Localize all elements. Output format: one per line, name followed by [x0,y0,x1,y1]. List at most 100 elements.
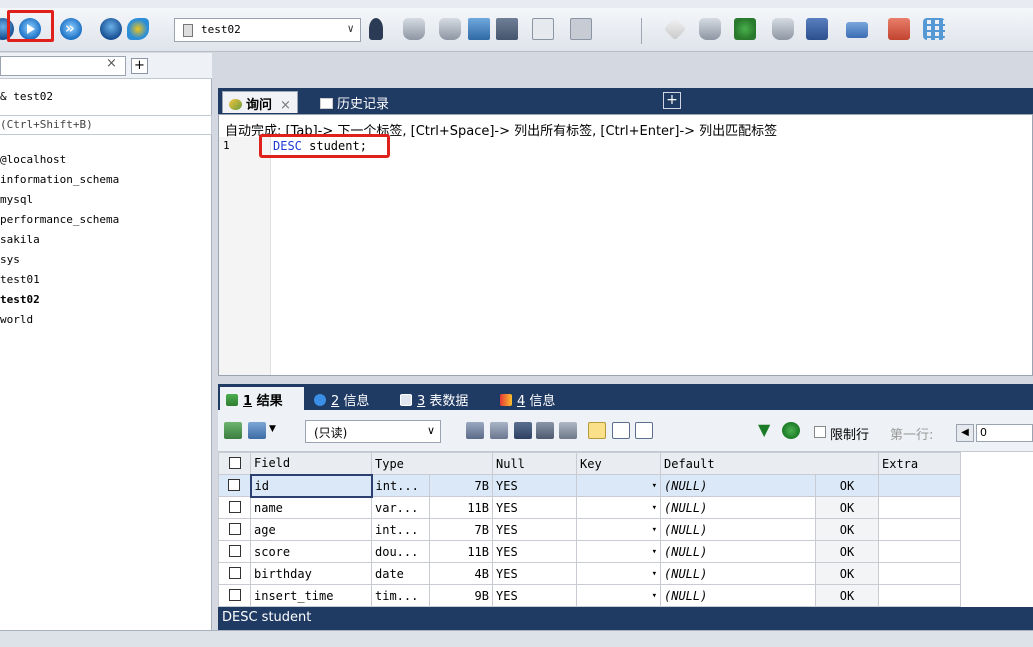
cell-ok-button[interactable]: OK [815,496,879,519]
cell-type[interactable]: int... [371,474,430,497]
cell-null[interactable]: YES [492,474,577,497]
clear-filter-icon[interactable]: × [106,56,117,71]
cell-null[interactable]: YES [492,562,577,585]
chevron-down-icon[interactable]: ▼ [269,424,279,441]
sql-editor[interactable]: 自动完成: [Tab]-> 下一个标签, [Ctrl+Space]-> 列出所有… [218,114,1033,376]
cell-null[interactable]: YES [492,540,577,563]
column-header[interactable]: Extra [878,452,961,475]
cell-size[interactable]: 11B [429,496,493,519]
row-checkbox[interactable] [218,540,251,563]
row-checkbox[interactable] [218,496,251,519]
cell-extra[interactable] [878,496,961,519]
tab-query[interactable]: 询问 × [222,91,298,113]
table-data-icon[interactable] [496,18,518,40]
cell-null[interactable]: YES [492,496,577,519]
cancel-icon[interactable] [559,422,577,439]
key-dropdown-icon[interactable]: ▾ [576,562,661,585]
tag-icon[interactable] [663,17,687,41]
export-icon[interactable] [224,422,242,439]
delete-icon[interactable] [536,422,554,439]
structure-icon[interactable] [923,18,945,40]
cell-field[interactable]: score [250,540,372,563]
import-icon[interactable] [468,18,490,40]
cell-size[interactable]: 7B [429,474,493,497]
add-row-icon[interactable] [466,422,484,439]
text-view-icon[interactable] [635,422,653,439]
tree-item[interactable]: test01 [0,270,119,290]
select-all-checkbox[interactable] [218,452,251,475]
cell-type[interactable]: int... [371,518,430,541]
tab-history[interactable]: 历史记录 [314,91,395,113]
execute-all-icon[interactable] [60,18,82,40]
cell-field[interactable]: name [250,496,372,519]
cell-default[interactable]: (NULL) [660,540,816,563]
cell-type[interactable]: var... [371,496,430,519]
cell-ok-button[interactable]: OK [815,518,879,541]
cell-field[interactable]: insert_time [250,584,372,607]
cell-type[interactable]: dou... [371,540,430,563]
previous-page-icon[interactable]: ◀ [956,424,974,442]
cell-extra[interactable] [878,584,961,607]
data-icon[interactable] [888,18,910,40]
cell-field[interactable]: birthday [250,562,372,585]
schema-icon[interactable] [570,18,592,40]
cell-null[interactable]: YES [492,518,577,541]
refresh-icon[interactable] [782,422,800,439]
database-select[interactable]: test02 ∨ [174,18,361,42]
form-view-icon[interactable] [612,422,630,439]
cell-ok-button[interactable]: OK [815,540,879,563]
tree-item[interactable]: @localhost [0,150,119,170]
readonly-select[interactable]: (只读) ∨ [305,420,441,443]
cell-size[interactable]: 4B [429,562,493,585]
cell-extra[interactable] [878,540,961,563]
column-header[interactable]: Field [250,452,372,475]
row-checkbox[interactable] [218,474,251,497]
restore-db-icon[interactable] [439,18,461,40]
report-icon[interactable] [532,18,554,40]
format-icon[interactable] [127,18,149,40]
db-sync-icon[interactable] [699,18,721,40]
cell-default[interactable]: (NULL) [660,496,816,519]
scheduler-icon[interactable] [846,22,868,38]
column-header[interactable]: Type [371,452,493,475]
table-row[interactable]: name var... 11B YES ▾ (NULL) OK [218,496,961,519]
table-row[interactable]: score dou... 11B YES ▾ (NULL) OK [218,540,961,563]
cell-null[interactable]: YES [492,584,577,607]
row-checkbox[interactable] [218,584,251,607]
cell-ok-button[interactable]: OK [815,584,879,607]
cell-ok-button[interactable]: OK [815,562,879,585]
edit-icon[interactable] [100,18,122,40]
table-row[interactable]: id int... 7B YES ▾ (NULL) OK [218,473,961,498]
duplicate-row-icon[interactable] [490,422,508,439]
backup-db-icon[interactable] [403,18,425,40]
tree-item[interactable]: sys [0,250,119,270]
column-header[interactable]: Default [660,452,879,475]
tree-item[interactable]: information_schema [0,170,119,190]
cell-default[interactable]: (NULL) [660,518,816,541]
key-dropdown-icon[interactable]: ▾ [576,518,661,541]
query-builder-icon[interactable] [806,18,828,40]
table-row[interactable]: age int... 7B YES ▾ (NULL) OK [218,518,961,541]
cell-ok-button[interactable]: OK [815,474,879,497]
user-icon[interactable] [369,18,383,40]
key-dropdown-icon[interactable]: ▾ [576,496,661,519]
add-tab-button[interactable]: + [131,58,148,74]
cell-type[interactable]: tim... [371,584,430,607]
import-grid-icon[interactable] [248,422,266,439]
cell-extra[interactable] [878,518,961,541]
tab-table-data[interactable]: 3 表数据 [394,387,474,410]
cell-default[interactable]: (NULL) [660,474,816,497]
tree-item[interactable]: performance_schema [0,210,119,230]
key-dropdown-icon[interactable]: ▾ [576,584,661,607]
tree-item-selected[interactable]: test02 [0,290,119,310]
close-icon[interactable]: × [280,98,291,113]
new-tab-button[interactable]: + [663,92,681,109]
tab-info[interactable]: 2 信息 [308,387,375,410]
cell-extra[interactable] [878,474,961,497]
cell-size[interactable]: 7B [429,518,493,541]
row-checkbox[interactable] [218,562,251,585]
table-row[interactable]: birthday date 4B YES ▾ (NULL) OK [218,562,961,585]
schema-sync-icon[interactable] [734,18,756,40]
row-checkbox[interactable] [218,518,251,541]
tab-result[interactable]: 1 结果 [220,387,304,410]
